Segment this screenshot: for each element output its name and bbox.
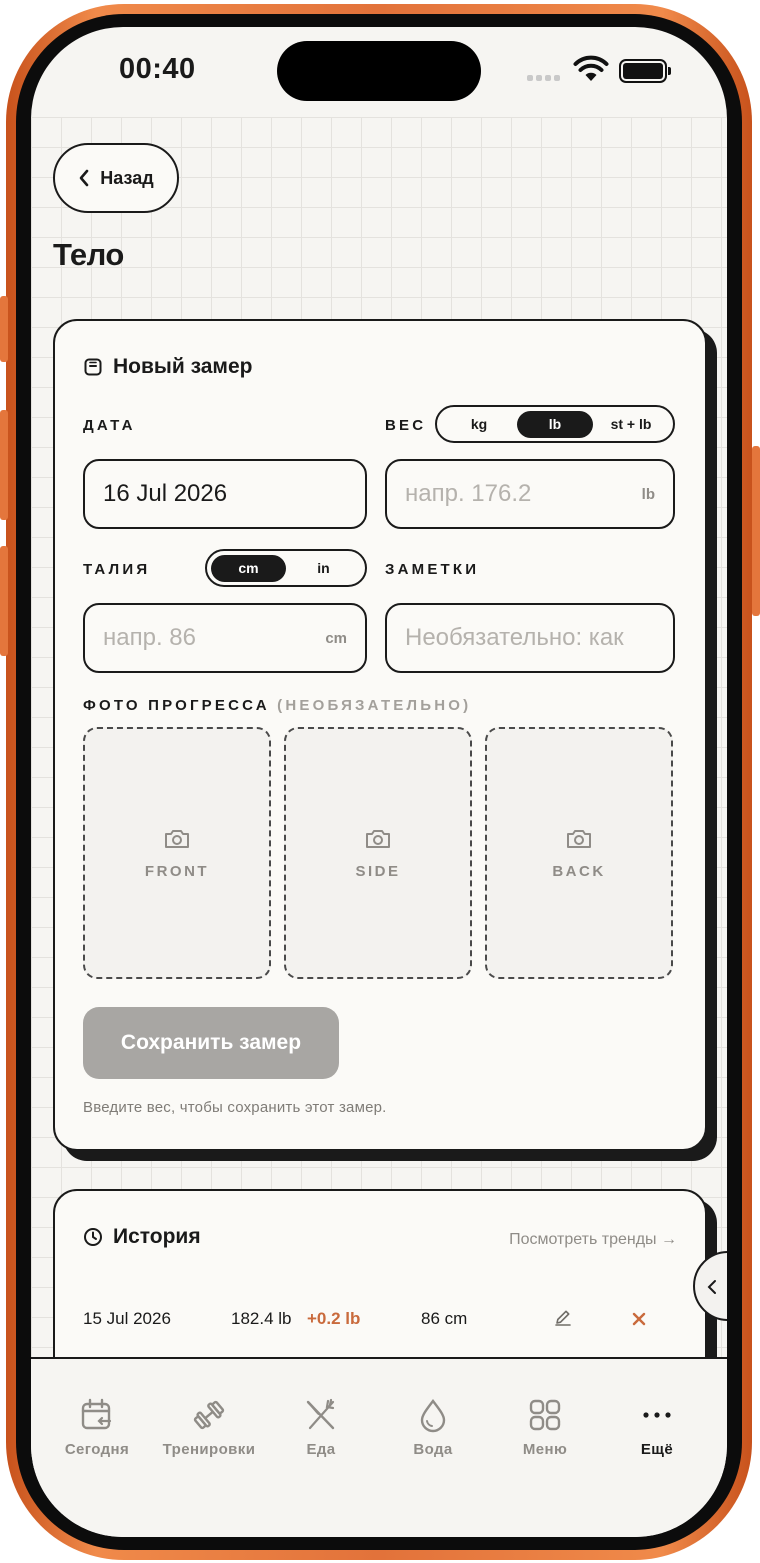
weight-unit-st-lb[interactable]: st + lb [593, 411, 669, 438]
photo-slot-label: FRONT [144, 862, 210, 880]
history-delta: +0.2 lb [307, 1309, 361, 1328]
history-row[interactable]: 15 Jul 2026 182.4 lb +0.2 lb 86 cm [83, 1309, 677, 1339]
save-measure-button[interactable]: Сохранить замер [83, 1007, 339, 1079]
photo-slot-back[interactable]: BACK [485, 727, 673, 979]
silent-switch [0, 296, 8, 362]
waist-placeholder: напр. 86 [103, 624, 196, 651]
power-button [752, 446, 760, 616]
waist-label: ТАЛИЯ [83, 561, 151, 578]
calendar-icon [81, 1398, 112, 1430]
tab-bar: Сегодня Тренировки Еда Вода Меню Ещё [31, 1357, 727, 1537]
notes-input[interactable]: Необязательно: как [385, 603, 675, 673]
photos-optional-text: (НЕОБЯЗАТЕЛЬНО) [277, 697, 472, 714]
notes-placeholder: Необязательно: как [405, 624, 624, 651]
waist-unit-suffix: cm [325, 629, 347, 647]
chevron-left-icon [79, 169, 89, 187]
waist-unit-toggle: cm in [205, 549, 367, 587]
waist-input[interactable]: напр. 86 cm [83, 603, 367, 673]
tab-label: Еда [306, 1441, 336, 1458]
volume-up-button [0, 410, 8, 520]
weight-unit-lb[interactable]: lb [517, 410, 593, 438]
weight-input[interactable]: напр. 176.2 lb [385, 459, 675, 529]
history-waist: 86 cm [421, 1309, 468, 1328]
camera-icon [165, 829, 189, 848]
new-measure-header: Новый замер [83, 355, 252, 379]
back-button[interactable]: Назад [53, 143, 179, 213]
waist-unit-cm[interactable]: cm [211, 554, 286, 582]
volume-down-button [0, 546, 8, 656]
delete-x-icon[interactable] [631, 1311, 647, 1327]
weight-unit-toggle: kg lb st + lb [435, 405, 675, 443]
battery-icon [619, 59, 671, 83]
waist-unit-in[interactable]: in [286, 555, 361, 582]
clock-icon [84, 1228, 102, 1246]
grid-icon [529, 1399, 561, 1431]
date-label: ДАТА [83, 417, 136, 434]
history-date: 15 Jul 2026 [83, 1309, 171, 1328]
page-title: Тело [53, 237, 124, 272]
cellular-signal-icon [527, 75, 563, 81]
tab-more[interactable]: Ещё [601, 1397, 713, 1458]
tab-food[interactable]: Еда [265, 1397, 377, 1458]
back-label: Назад [100, 167, 154, 188]
more-dots-icon [643, 1412, 671, 1418]
dynamic-island [277, 41, 481, 101]
tab-menu[interactable]: Меню [489, 1397, 601, 1458]
photo-slot-label: SIDE [355, 862, 401, 880]
chevron-left-icon [707, 1280, 716, 1294]
photo-slot-label: BACK [552, 862, 606, 880]
weight-label: ВЕС [385, 417, 427, 434]
tab-water[interactable]: Вода [377, 1397, 489, 1458]
wifi-icon [573, 55, 609, 81]
photo-slot-front[interactable]: FRONT [83, 727, 271, 979]
fork-knife-icon [306, 1398, 335, 1430]
edit-pencil-icon[interactable] [553, 1307, 573, 1327]
history-title: История [113, 1225, 201, 1248]
tab-label: Тренировки [162, 1441, 256, 1458]
water-drop-icon [420, 1399, 446, 1433]
screen: 00:40 Назад Тело Новый замер ДАТА ВЕС kg… [31, 27, 727, 1537]
new-measure-title: Новый замер [113, 355, 253, 378]
tab-label: Вода [413, 1441, 453, 1458]
tab-today[interactable]: Сегодня [41, 1397, 153, 1458]
photos-label: ФОТО ПРОГРЕССА (НЕОБЯЗАТЕЛЬНО) [83, 697, 471, 714]
tab-label: Сегодня [64, 1441, 130, 1458]
status-time: 00:40 [119, 53, 196, 85]
photo-slot-side[interactable]: SIDE [284, 727, 472, 979]
notes-label: ЗАМЕТКИ [385, 561, 480, 578]
date-value: 16 Jul 2026 [103, 480, 228, 507]
history-weight: 182.4 lb [231, 1309, 292, 1328]
camera-icon [567, 829, 591, 848]
tab-workouts[interactable]: Тренировки [153, 1397, 265, 1458]
save-hint: Введите вес, чтобы сохранить этот замер. [83, 1099, 387, 1116]
new-measure-card: Новый замер ДАТА ВЕС kg lb st + lb 16 Ju… [53, 319, 707, 1151]
camera-icon [366, 829, 390, 848]
weight-unit-suffix: lb [641, 485, 655, 503]
weight-placeholder: напр. 176.2 [405, 480, 532, 507]
date-field[interactable]: 16 Jul 2026 [83, 459, 367, 529]
scale-icon [84, 358, 102, 376]
dumbbell-icon [193, 1400, 225, 1430]
photos-label-text: ФОТО ПРОГРЕССА [83, 697, 270, 714]
weight-unit-kg[interactable]: kg [441, 411, 517, 438]
tab-label: Ещё [640, 1441, 674, 1458]
tab-label: Меню [522, 1441, 568, 1458]
history-header: История [83, 1225, 201, 1249]
view-trends-link[interactable]: Посмотреть тренды → [509, 1231, 677, 1249]
